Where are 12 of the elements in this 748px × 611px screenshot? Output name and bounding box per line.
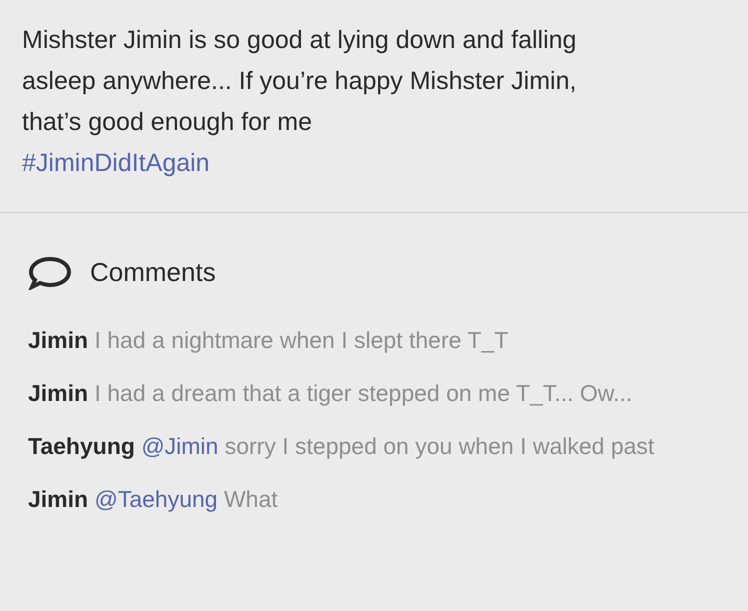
- comment-text: Taehyung @Jimin sorry I stepped on you when I walked past: [28, 432, 656, 461]
- comments-heading: Comments: [90, 256, 216, 289]
- speech-bubble-icon: [28, 256, 72, 290]
- comment-text: Jimin I had a dream that a tiger stepped on me T_T... Ow...: [28, 379, 634, 408]
- post-text: Mishster Jimin is so good at lying down and falling: [22, 25, 576, 56]
- mention-link[interactable]: @Jimin: [141, 433, 218, 459]
- hashtag-link[interactable]: #JiminDidItAgain: [22, 143, 210, 184]
- comment-text: Jimin I had a nightmare when I slept there T_T: [28, 326, 510, 355]
- mention-link[interactable]: @Taehyung: [94, 486, 218, 512]
- post-text: that’s good enough for me: [22, 107, 312, 138]
- comment-text: Jimin @Taehyung What: [28, 485, 279, 514]
- post-text: asleep anywhere... If you’re happy Mishster Jimin,: [22, 66, 576, 97]
